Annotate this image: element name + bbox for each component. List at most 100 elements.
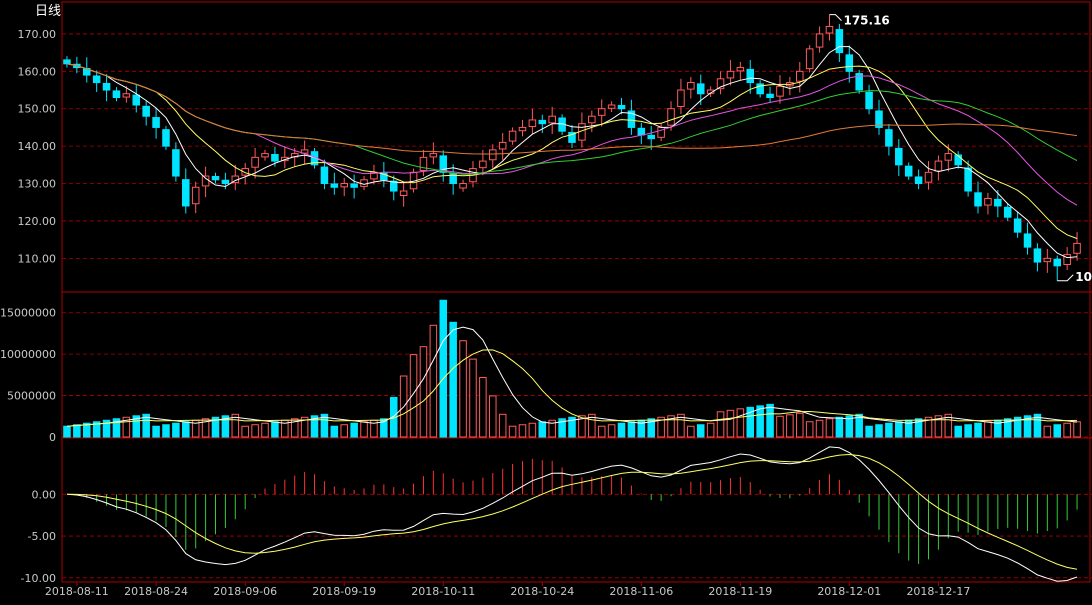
volume-bar (805, 421, 814, 438)
candle-body (667, 108, 675, 126)
volume-bar (350, 422, 358, 438)
candle-body (350, 183, 358, 188)
candle-body (1043, 257, 1052, 263)
candle-body (657, 126, 665, 138)
volume-bar (419, 346, 428, 438)
candle-body (320, 166, 329, 185)
candle-body (191, 186, 200, 205)
x-tick-label: 2018-11-19 (708, 585, 772, 598)
candle-body (944, 153, 953, 161)
volume-bar (815, 419, 824, 438)
x-tick-label: 2018-12-01 (817, 585, 881, 598)
candle-body (766, 93, 774, 99)
volume-bar (538, 421, 547, 438)
candle-body (122, 93, 131, 98)
volume-bar (607, 424, 616, 438)
x-tick-label: 2018-10-24 (510, 585, 574, 598)
candle-body (1073, 242, 1081, 254)
volume-bar (825, 418, 834, 438)
volume-bar (696, 424, 705, 438)
price-tick-label: 110.00 (18, 252, 57, 265)
volume-bar (964, 424, 972, 438)
volume-bar (172, 422, 180, 438)
candle-body (162, 129, 170, 147)
candle-body (736, 67, 745, 72)
macd-tick-label: -5.00 (28, 530, 56, 543)
candle-body (528, 119, 537, 128)
candle-body (429, 153, 438, 158)
candle-body (835, 29, 844, 54)
candle-body (617, 104, 626, 110)
x-tick-label: 2018-09-19 (312, 585, 376, 598)
volume-bar (627, 421, 636, 438)
candle-body (607, 104, 616, 109)
volume-bar (1073, 421, 1081, 438)
candle-body (588, 115, 596, 124)
candle-body (182, 179, 190, 207)
volume-bar (597, 425, 606, 438)
macd-tick-label: 0.00 (32, 488, 57, 501)
candle-body (647, 134, 655, 140)
x-tick-label: 2018-09-06 (213, 585, 277, 598)
volume-bar (182, 421, 190, 438)
volume-bar (716, 411, 725, 438)
price-tick-label: 170.00 (18, 28, 57, 41)
volume-bar (954, 425, 962, 438)
candle-body (330, 183, 339, 188)
candle-body (825, 25, 834, 34)
volume-bar (518, 424, 527, 438)
volume-bar (498, 413, 507, 438)
volume-bar (736, 408, 745, 438)
candle-body (102, 82, 111, 91)
candle-body (1053, 258, 1062, 267)
candle-body (974, 192, 982, 207)
candle-body (360, 179, 368, 187)
candle-body (63, 59, 71, 65)
chart-canvas: 175.16 104. 170.00 160.00 150.00 140.00 130.0… (0, 0, 1092, 601)
volume-tick-label: 15000000 (0, 307, 56, 320)
volume-bar (865, 425, 873, 438)
stock-chart: 175.16 104. 170.00 160.00 150.00 140.00 130.0… (0, 0, 1092, 601)
candle-body (251, 156, 259, 168)
min-price-label: 104. (1075, 270, 1092, 284)
candle-body (261, 153, 269, 158)
candle-body (221, 179, 230, 185)
candle-body (924, 171, 933, 183)
candle-body (776, 85, 784, 97)
volume-bar (63, 425, 71, 438)
candle-body (1003, 206, 1012, 218)
volume-tick-label: 0 (49, 431, 56, 444)
volume-bar (835, 416, 844, 438)
volume-bar (726, 409, 735, 438)
volume-bar (617, 422, 626, 438)
candle-body (964, 167, 972, 192)
volume-bar (885, 422, 893, 438)
volume-bar (756, 405, 764, 438)
price-tick-label: 140.00 (18, 140, 57, 153)
candle-body (687, 82, 695, 90)
volume-bar (73, 424, 81, 438)
volume-bar (766, 403, 774, 438)
candle-body (815, 33, 824, 48)
candle-body (637, 127, 646, 136)
volume-bar (984, 421, 992, 438)
candle-body (201, 175, 210, 187)
volume-bar (162, 424, 170, 438)
x-tick-label: 2018-11-06 (609, 585, 673, 598)
candle-body (746, 68, 755, 84)
volume-bar (1053, 424, 1062, 438)
volume-bar (795, 412, 804, 438)
x-tick-label: 2018-10-11 (411, 585, 475, 598)
candle-body (904, 165, 913, 177)
candle-body (696, 83, 705, 95)
volume-bar (895, 421, 903, 438)
macd-tick-label: -10.00 (21, 572, 56, 585)
volume-bar (340, 424, 349, 438)
candle-body (548, 115, 556, 124)
price-tick-label: 160.00 (18, 65, 57, 78)
volume-bar (776, 415, 784, 438)
volume-bar (360, 421, 368, 438)
candle-body (479, 160, 487, 169)
volume-bar (974, 422, 982, 438)
price-tick-label: 120.00 (18, 215, 57, 228)
